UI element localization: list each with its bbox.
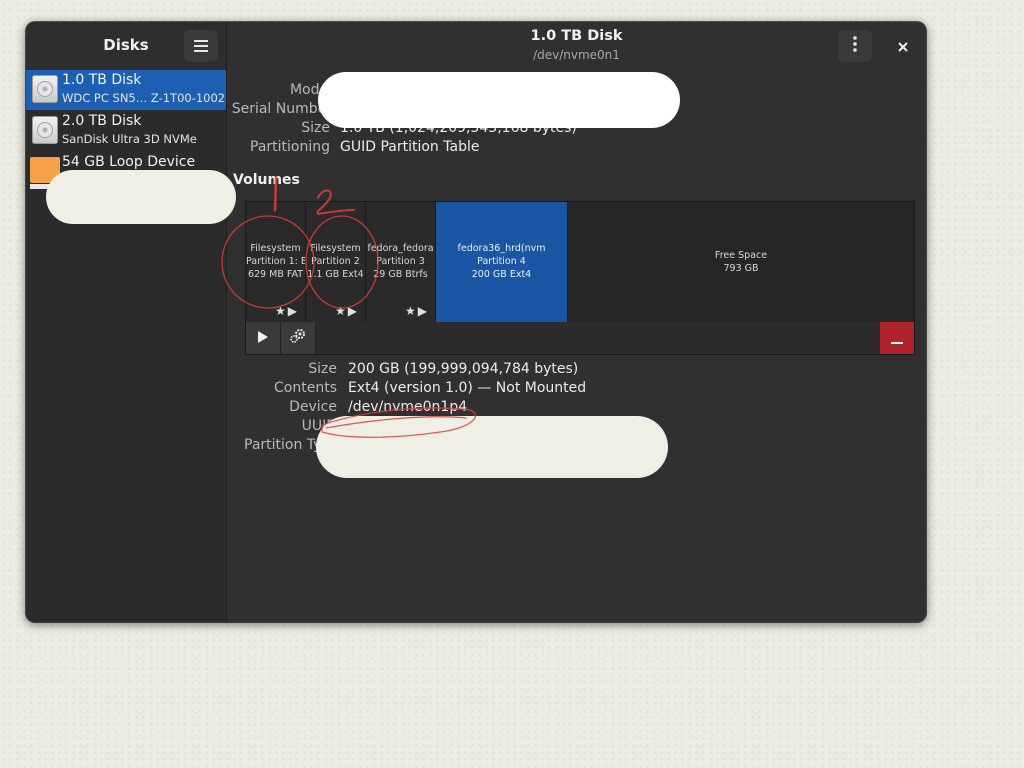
- partition-flags-icon: ★▶: [275, 304, 299, 318]
- disk-model: SanDisk Ultra 3D NVMe: [62, 132, 197, 146]
- partition-1[interactable]: Filesystem Partition 1: E… 629 MB FAT ★▶: [246, 202, 306, 322]
- disk-model: WDC PC SN5… Z-1T00-1002: [62, 91, 226, 105]
- partition-line3: 1.1 GB Ext4: [307, 269, 364, 280]
- disk-size-row: Size: [227, 120, 330, 139]
- harddisk-icon: [32, 116, 58, 144]
- minus-icon: [891, 329, 903, 348]
- device-value: /dev/nvme0n1p4: [348, 399, 468, 415]
- sidebar-item-1tb-disk[interactable]: 1.0 TB Disk WDC PC SN5… Z-1T00-1002: [26, 70, 226, 110]
- close-button[interactable]: [886, 30, 920, 62]
- device-row: Device: [227, 399, 337, 418]
- headerbar: 1.0 TB Disk /dev/nvme0n1: [227, 22, 926, 70]
- partition-flags-icon: ★▶: [405, 304, 429, 318]
- partition-line2: Partition 4: [477, 256, 526, 267]
- gears-icon: [289, 328, 307, 348]
- disk-size-label: Size: [301, 120, 330, 136]
- partition-line2: 793 GB: [723, 263, 759, 274]
- play-icon: [257, 329, 269, 348]
- window-subtitle: /dev/nvme0n1: [533, 48, 620, 62]
- sidebar-header: Disks: [26, 22, 226, 70]
- partition-options-button[interactable]: [281, 322, 316, 354]
- disk-name: 2.0 TB Disk: [62, 113, 142, 129]
- partition-line3: 200 GB Ext4: [471, 269, 532, 280]
- window-title: 1.0 TB Disk: [530, 28, 623, 44]
- partition-label: fedora36_hrd(nvm Partition 4 200 GB Ext4: [436, 242, 567, 281]
- vol-size-value: 200 GB (199,999,094,784 bytes): [348, 361, 579, 377]
- partition-label: Filesystem Partition 1: E… 629 MB FAT: [246, 242, 305, 281]
- partition-line2: Partition 1: E…: [246, 256, 305, 267]
- partition-line1: Filesystem: [310, 243, 361, 254]
- drive-options-button[interactable]: [838, 30, 872, 62]
- serial-row: Serial Number: [227, 101, 332, 120]
- partition-line2: Partition 3: [376, 256, 425, 267]
- disk-name: 54 GB Loop Device: [62, 154, 196, 170]
- volume-toolbar: [245, 322, 915, 355]
- mount-button[interactable]: [246, 322, 281, 354]
- partitioning-row: Partitioning: [227, 139, 330, 158]
- partition-flags-icon: ★▶: [335, 304, 359, 318]
- partition-4[interactable]: fedora36_hrd(nvm Partition 4 200 GB Ext4: [436, 202, 568, 322]
- harddisk-icon: [32, 75, 58, 103]
- partition-label: Free Space 793 GB: [568, 249, 914, 275]
- redaction-blob: [318, 72, 680, 128]
- close-icon: [898, 37, 908, 56]
- partition-line1: fedora36_hrd(nvm: [457, 243, 546, 254]
- vol-size-row: Size: [227, 361, 337, 380]
- volumes-map: Filesystem Partition 1: E… 629 MB FAT ★▶…: [245, 201, 915, 323]
- contents-label: Contents: [274, 380, 337, 396]
- partition-line1: fedora_fedora: [367, 243, 434, 254]
- device-label: Device: [289, 399, 337, 415]
- hamburger-menu-icon: [194, 37, 208, 56]
- vol-size-label: Size: [308, 361, 337, 377]
- contents-row: Contents: [227, 380, 337, 399]
- partition-line1: Free Space: [714, 250, 768, 261]
- partition-line3: 29 GB Btrfs: [373, 269, 428, 280]
- partition-label: fedora_fedora Partition 3 29 GB Btrfs: [366, 242, 435, 281]
- partitioning-value: GUID Partition Table: [340, 139, 480, 155]
- delete-partition-button[interactable]: [880, 322, 914, 354]
- model-row: Model: [227, 82, 332, 101]
- redaction-blob: [316, 416, 668, 478]
- partition-3[interactable]: fedora_fedora Partition 3 29 GB Btrfs ★▶: [366, 202, 436, 322]
- disk-name: 1.0 TB Disk: [62, 72, 142, 88]
- sidebar-item-2tb-disk[interactable]: 2.0 TB Disk SanDisk Ultra 3D NVMe: [26, 111, 226, 151]
- partition-2[interactable]: Filesystem Partition 2 1.1 GB Ext4 ★▶: [306, 202, 366, 322]
- volumes-heading: Volumes: [233, 172, 300, 188]
- redaction-blob: [46, 170, 236, 224]
- vertical-ellipsis-icon: [853, 36, 857, 56]
- serial-label: Serial Number: [231, 101, 332, 117]
- partition-line3: 629 MB FAT: [247, 269, 304, 280]
- partition-line1: Filesystem: [250, 243, 301, 254]
- contents-value: Ext4 (version 1.0) — Not Mounted: [348, 380, 587, 396]
- partition-label: Filesystem Partition 2 1.1 GB Ext4: [306, 242, 365, 281]
- partitioning-label: Partitioning: [250, 139, 330, 155]
- free-space[interactable]: Free Space 793 GB: [568, 202, 914, 322]
- sidebar: Disks 1.0 TB Disk WDC PC SN5… Z-1T00-100…: [26, 22, 227, 622]
- main-menu-button[interactable]: [184, 30, 218, 62]
- partition-line2: Partition 2: [311, 256, 360, 267]
